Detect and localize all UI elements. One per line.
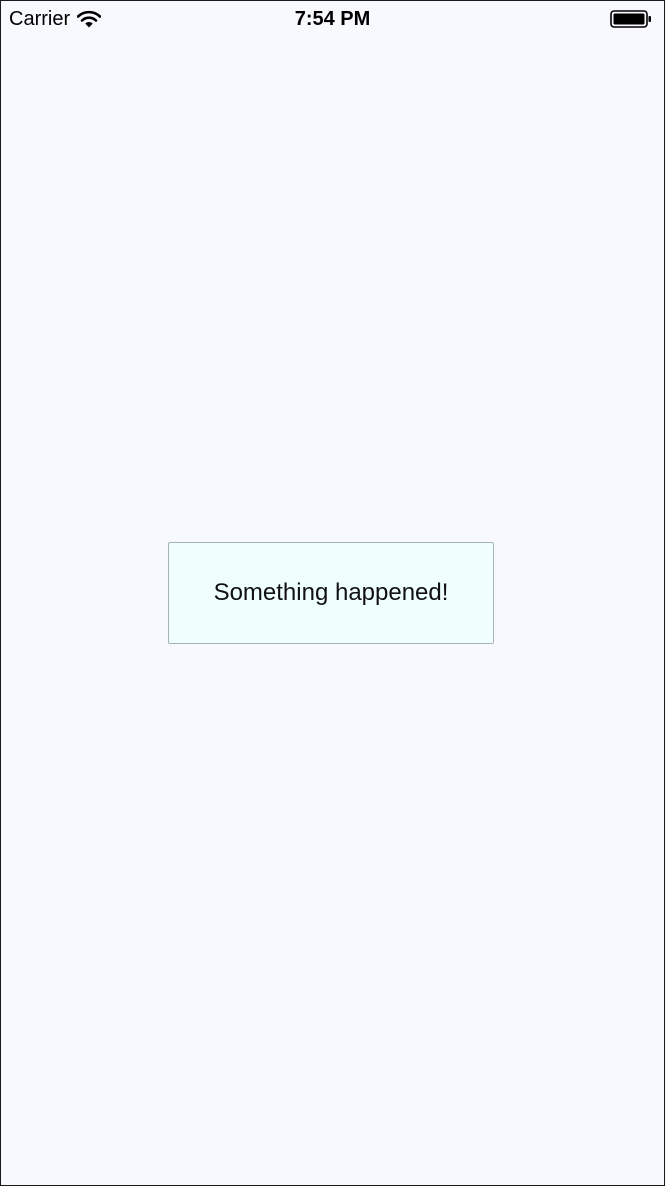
phone-screen: Carrier 7:54 PM Something happened! — [0, 0, 665, 1186]
battery-icon — [610, 9, 652, 29]
status-time: 7:54 PM — [294, 8, 371, 30]
toast-notification[interactable]: Something happened! — [168, 542, 494, 644]
toast-message: Something happened! — [213, 579, 449, 606]
status-bar: Carrier 7:54 PM — [1, 1, 664, 37]
